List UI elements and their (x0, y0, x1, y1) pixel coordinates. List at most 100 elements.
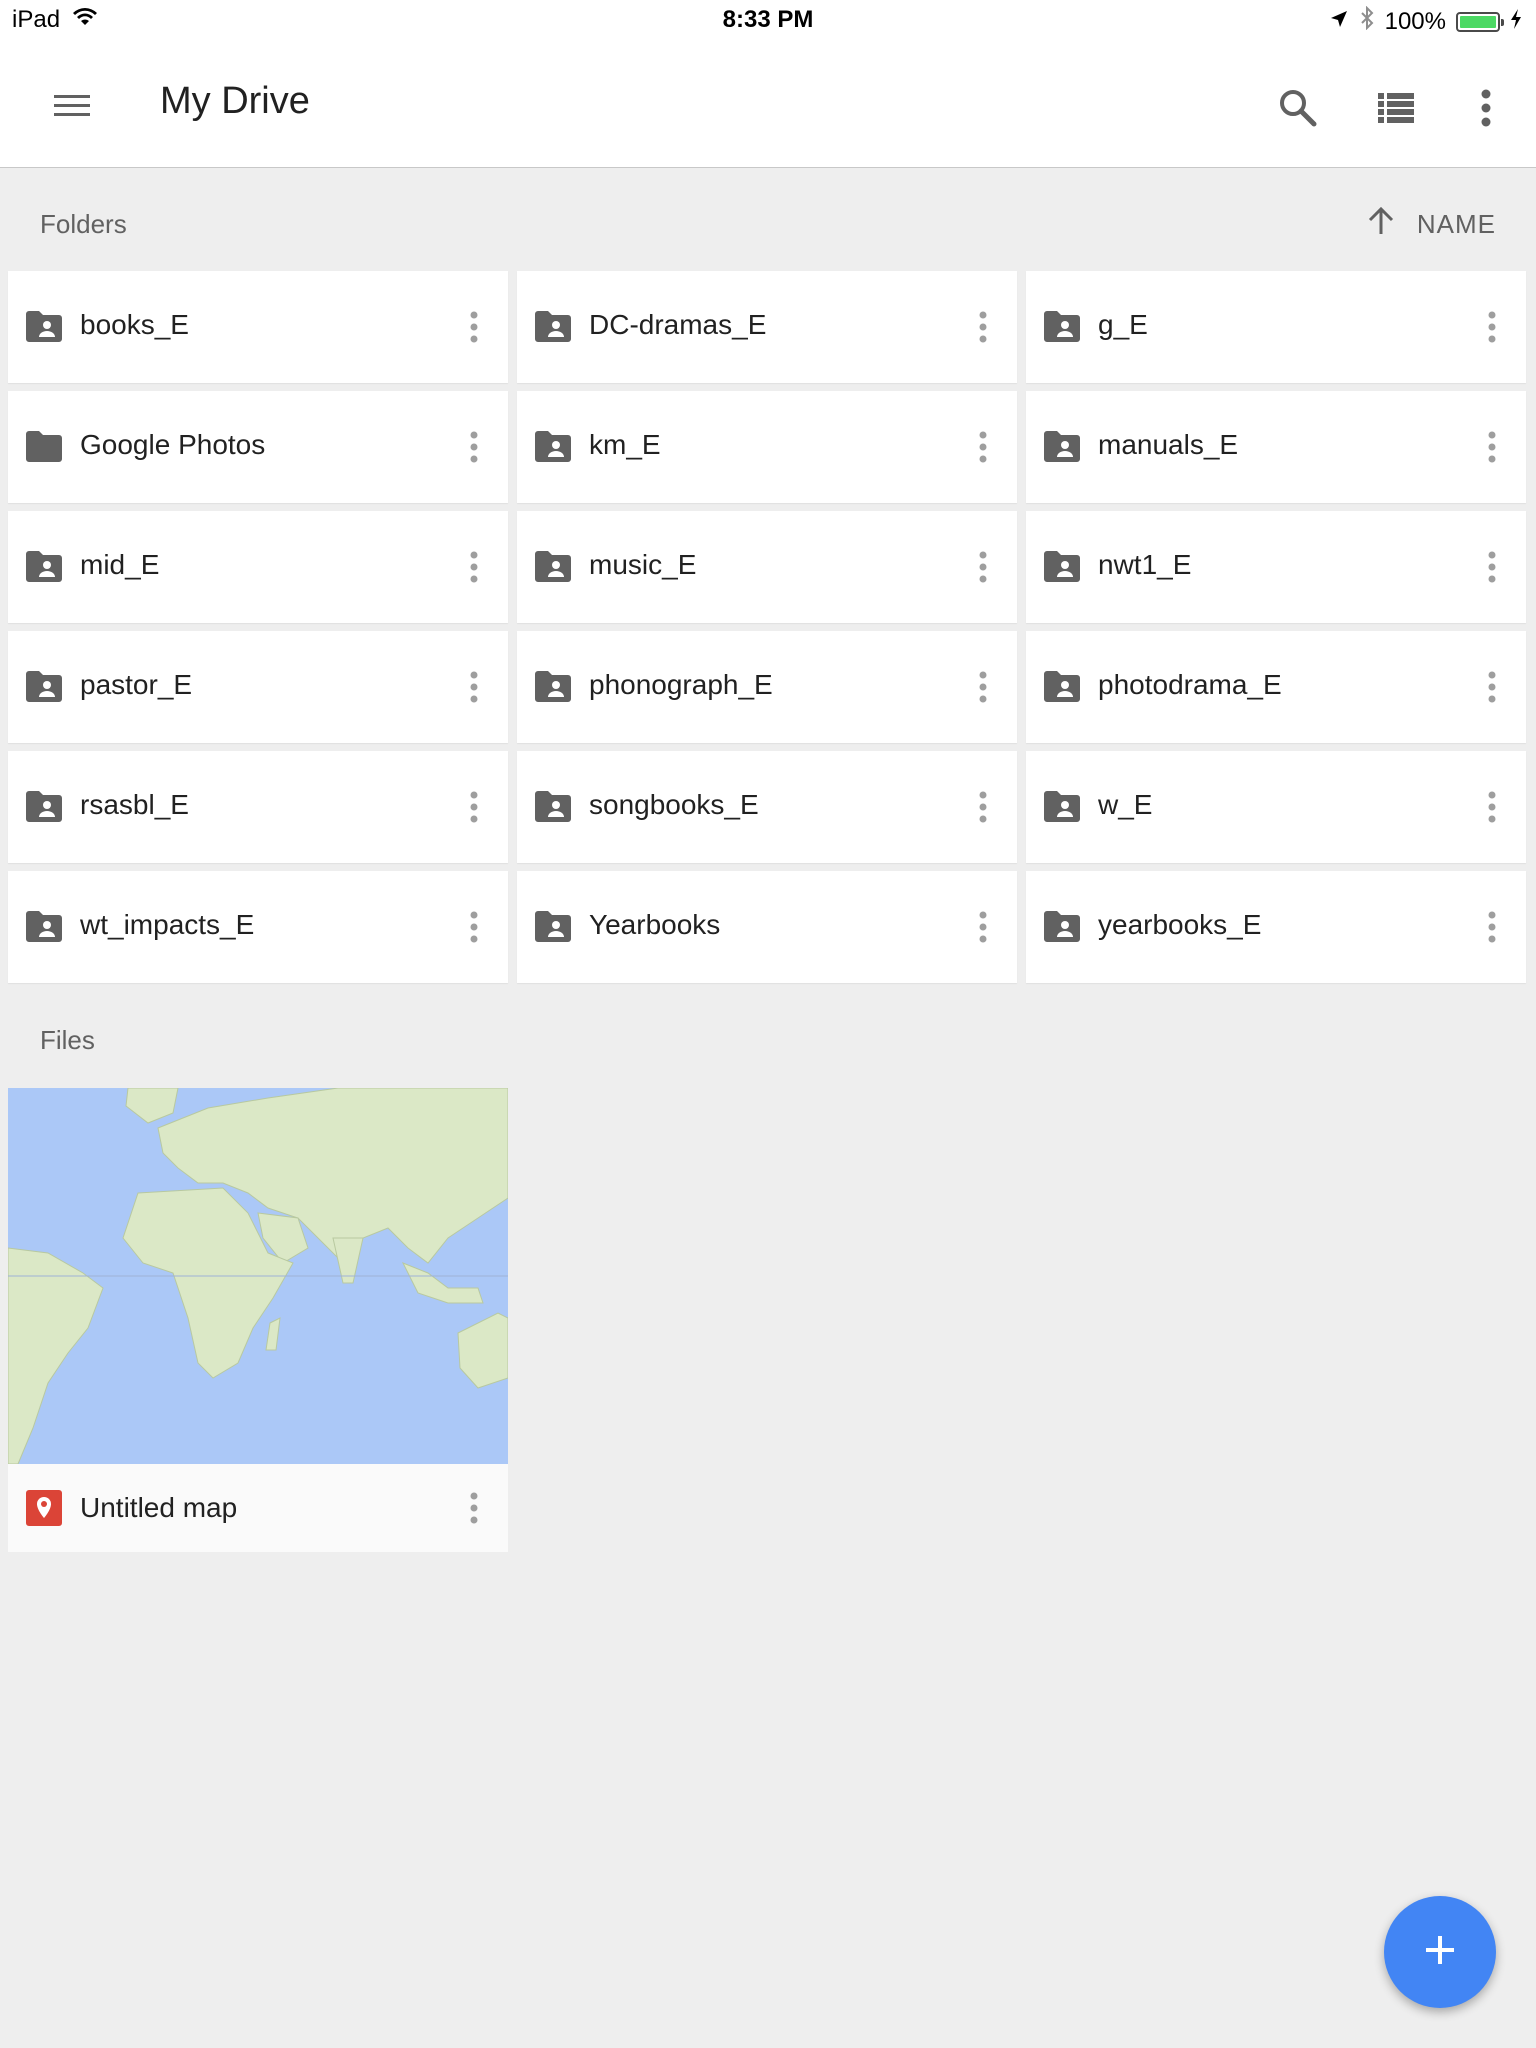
folder-card[interactable]: DC-dramas_E (517, 271, 1017, 383)
folder-more-icon[interactable] (1486, 907, 1498, 947)
folder-more-icon[interactable] (468, 427, 480, 467)
folder-card[interactable]: g_E (1026, 271, 1526, 383)
world-map-thumbnail (8, 1088, 508, 1464)
search-icon[interactable] (1270, 80, 1326, 136)
folder-more-icon[interactable] (1486, 427, 1498, 467)
folder-name: wt_impacts_E (80, 909, 255, 940)
folder-name: DC-dramas_E (589, 309, 767, 340)
folder-card[interactable]: pastor_E (8, 631, 508, 743)
shared-folder-icon (1042, 909, 1082, 943)
shared-folder-icon (1042, 309, 1082, 343)
page-title: My Drive (160, 80, 310, 122)
shared-folder-icon (533, 429, 573, 463)
folder-name: w_E (1098, 789, 1153, 820)
shared-folder-icon (533, 309, 573, 343)
app-bar: My Drive (0, 40, 1536, 168)
plus-icon (1422, 1932, 1458, 1973)
folder-card[interactable]: Google Photos (8, 391, 508, 503)
folder-more-icon[interactable] (977, 907, 989, 947)
folder-name: phonograph_E (589, 669, 773, 700)
folder-name: photodrama_E (1098, 669, 1282, 700)
bluetooth-icon (1359, 5, 1375, 37)
file-card[interactable]: Untitled map (8, 1088, 508, 1552)
folders-section-label: Folders (40, 209, 127, 239)
sort-label: NAME (1416, 209, 1496, 239)
folder-card[interactable]: w_E (1026, 751, 1526, 863)
status-bar: iPad 8:33 PM 100% (0, 0, 1536, 40)
folder-name: rsasbl_E (80, 789, 189, 820)
folder-name: km_E (589, 429, 661, 460)
folder-card[interactable]: yearbooks_E (1026, 871, 1526, 983)
folder-more-icon[interactable] (468, 307, 480, 347)
new-button[interactable] (1384, 1896, 1496, 2008)
folder-name: yearbooks_E (1098, 909, 1262, 940)
folder-name: pastor_E (80, 669, 193, 700)
files-section-label: Files (40, 1025, 95, 1055)
location-arrow-icon (1329, 8, 1349, 36)
folder-more-icon[interactable] (1486, 547, 1498, 587)
folder-name: nwt1_E (1098, 549, 1192, 580)
folder-name: songbooks_E (589, 789, 759, 820)
folder-name: mid_E (80, 549, 160, 580)
folder-grid: books_E DC-dramas_E g_E Google Photos km_E ma… (8, 271, 1528, 983)
folder-card[interactable]: nwt1_E (1026, 511, 1526, 623)
hamburger-menu-icon[interactable] (48, 82, 96, 130)
folder-card[interactable]: manuals_E (1026, 391, 1526, 503)
shared-folder-icon (24, 669, 64, 703)
shared-folder-icon (24, 909, 64, 943)
folder-card[interactable]: music_E (517, 511, 1017, 623)
battery-fill (1460, 15, 1496, 28)
battery-icon (1456, 11, 1504, 32)
folder-more-icon[interactable] (977, 427, 989, 467)
folder-name: music_E (589, 549, 697, 580)
folder-more-icon[interactable] (1486, 307, 1498, 347)
shared-folder-icon (533, 669, 573, 703)
shared-folder-icon (533, 789, 573, 823)
folder-card[interactable]: wt_impacts_E (8, 871, 508, 983)
folder-more-icon[interactable] (468, 547, 480, 587)
folder-name: books_E (80, 309, 189, 340)
list-view-icon[interactable] (1368, 80, 1424, 136)
folder-card[interactable]: phonograph_E (517, 631, 1017, 743)
folder-card[interactable]: Yearbooks (517, 871, 1017, 983)
folder-card[interactable]: km_E (517, 391, 1017, 503)
folder-more-icon[interactable] (977, 667, 989, 707)
shared-folder-icon (1042, 669, 1082, 703)
folder-more-icon[interactable] (468, 667, 480, 707)
folder-more-icon[interactable] (468, 907, 480, 947)
file-name: Untitled map (80, 1492, 238, 1523)
file-footer: Untitled map (8, 1464, 508, 1552)
shared-folder-icon (1042, 429, 1082, 463)
folder-more-icon[interactable] (977, 547, 989, 587)
more-vert-icon[interactable] (1458, 80, 1514, 136)
folder-icon (24, 429, 64, 463)
charging-bolt-icon (1510, 8, 1522, 36)
shared-folder-icon (533, 909, 573, 943)
folder-name: manuals_E (1098, 429, 1239, 460)
folder-more-icon[interactable] (1486, 787, 1498, 827)
folder-card[interactable]: rsasbl_E (8, 751, 508, 863)
folder-card[interactable]: photodrama_E (1026, 631, 1526, 743)
folder-name: Google Photos (80, 429, 266, 460)
arrow-up-icon (1367, 206, 1395, 243)
folder-name: g_E (1098, 309, 1148, 340)
shared-folder-icon (24, 549, 64, 583)
shared-folder-icon (533, 549, 573, 583)
folder-more-icon[interactable] (468, 787, 480, 827)
shared-folder-icon (24, 789, 64, 823)
folder-more-icon[interactable] (977, 307, 989, 347)
shared-folder-icon (1042, 789, 1082, 823)
folder-name: Yearbooks (589, 909, 721, 940)
folder-card[interactable]: mid_E (8, 511, 508, 623)
status-time: 8:33 PM (722, 6, 814, 33)
file-more-icon[interactable] (468, 1488, 480, 1528)
shared-folder-icon (1042, 549, 1082, 583)
folder-more-icon[interactable] (1486, 667, 1498, 707)
shared-folder-icon (24, 309, 64, 343)
sort-control[interactable]: NAME (1367, 206, 1496, 243)
folder-card[interactable]: books_E (8, 271, 508, 383)
map-pin-icon (26, 1490, 62, 1526)
folder-card[interactable]: songbooks_E (517, 751, 1017, 863)
folder-more-icon[interactable] (977, 787, 989, 827)
battery-percent: 100% (1384, 7, 1446, 35)
